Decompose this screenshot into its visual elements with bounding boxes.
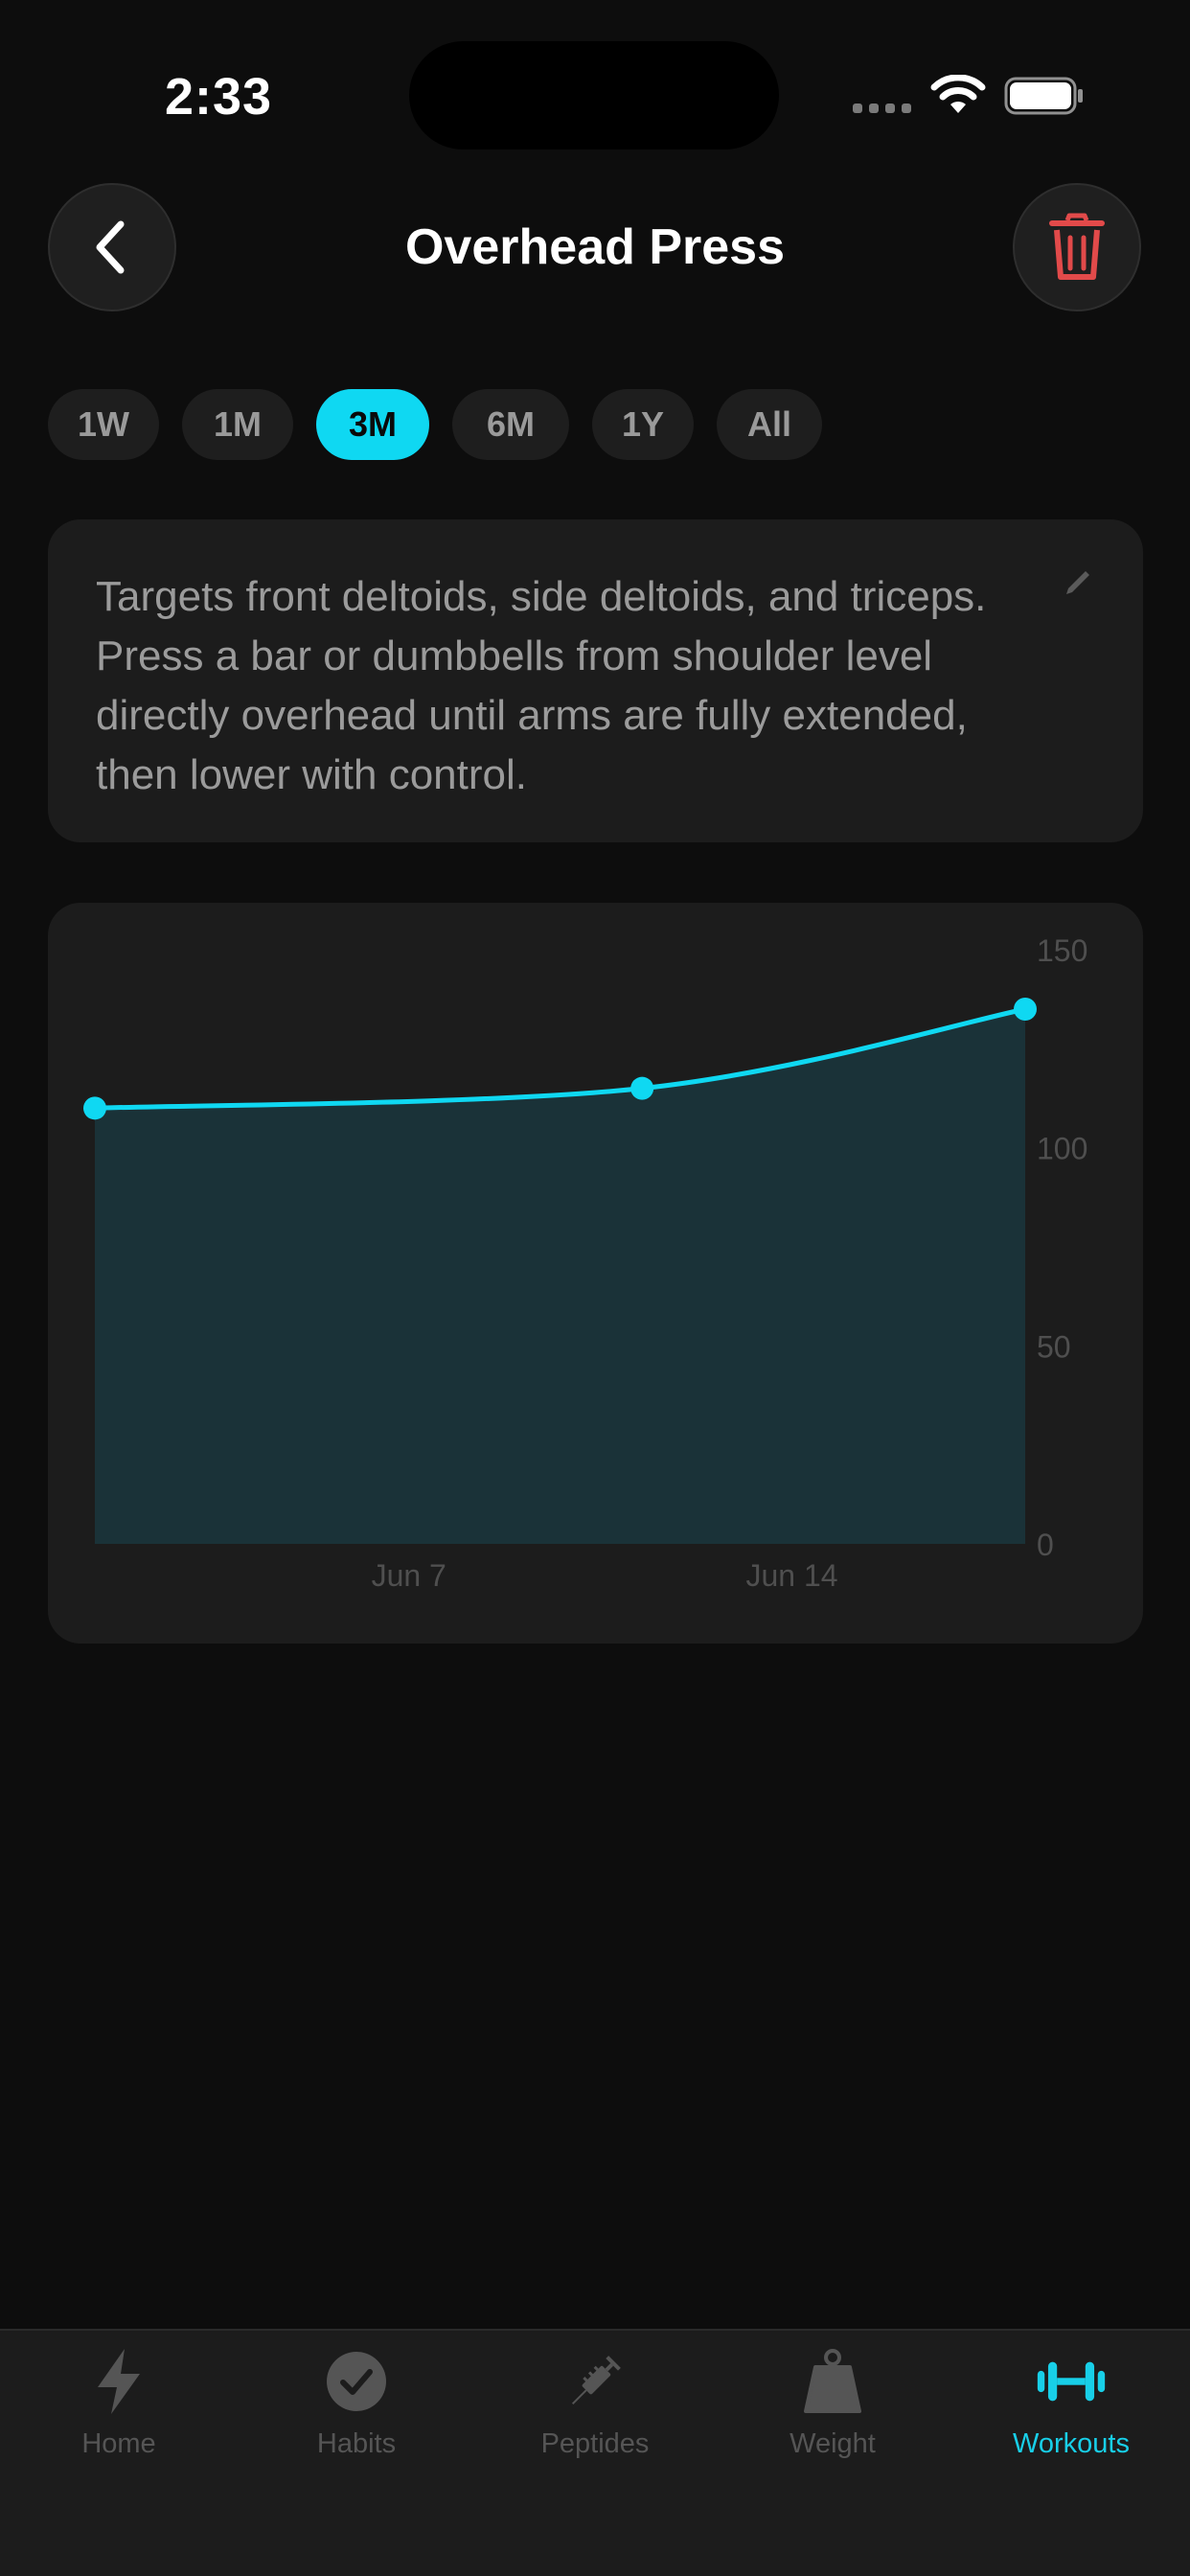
tab-habits[interactable]: Habits xyxy=(238,2346,475,2460)
tab-peptides[interactable]: Peptides xyxy=(476,2346,714,2460)
range-6m[interactable]: 6M xyxy=(452,389,569,460)
range-3m[interactable]: 3M xyxy=(316,389,429,460)
status-bar: 2:33 xyxy=(0,0,1190,172)
progress-chart-card: 0 50 100 150 Jun 7 Jun 14 xyxy=(48,903,1143,1644)
exercise-description: Targets front deltoids, side deltoids, a… xyxy=(96,573,987,798)
dynamic-island xyxy=(409,41,779,150)
tab-home[interactable]: Home xyxy=(0,2346,238,2460)
tab-label: Habits xyxy=(316,2428,397,2459)
kettlebell-weight-icon xyxy=(797,2346,868,2417)
y-tick-label: 150 xyxy=(1037,933,1087,968)
y-tick-label: 100 xyxy=(1037,1132,1087,1166)
cellular-signal-icon xyxy=(853,104,911,113)
x-tick-label: Jun 14 xyxy=(745,1558,837,1593)
check-circle-icon xyxy=(321,2346,392,2417)
delete-button[interactable] xyxy=(1013,183,1141,311)
y-tick-label: 0 xyxy=(1037,1528,1054,1562)
range-all[interactable]: All xyxy=(717,389,822,460)
wifi-icon xyxy=(930,75,986,113)
chart-area-fill xyxy=(95,1009,1025,1544)
range-1y[interactable]: 1Y xyxy=(592,389,694,460)
trash-icon xyxy=(1049,213,1105,280)
tab-label: Peptides xyxy=(540,2428,650,2459)
tab-workouts[interactable]: Workouts xyxy=(952,2346,1190,2460)
bolt-icon xyxy=(83,2346,154,2417)
x-tick-label: Jun 7 xyxy=(372,1558,446,1593)
dumbbell-icon xyxy=(1036,2346,1107,2417)
range-selector: 1W 1M 3M 6M 1Y All xyxy=(48,389,845,460)
y-tick-label: 50 xyxy=(1037,1329,1071,1364)
chart-data-point[interactable] xyxy=(630,1076,654,1100)
tab-weight[interactable]: Weight xyxy=(714,2346,951,2460)
range-1m[interactable]: 1M xyxy=(182,389,293,460)
page-title: Overhead Press xyxy=(404,219,786,275)
syringe-icon xyxy=(560,2346,630,2417)
tab-label: Workouts xyxy=(1013,2428,1130,2459)
chart-data-point[interactable] xyxy=(83,1096,106,1120)
battery-icon xyxy=(1004,77,1083,115)
chart-data-point[interactable] xyxy=(1014,998,1037,1021)
tab-bar: Home Habits Peptides Weight Workouts xyxy=(0,2329,1190,2576)
description-card[interactable]: Targets front deltoids, side deltoids, a… xyxy=(48,519,1143,842)
status-time: 2:33 xyxy=(165,68,273,126)
pencil-icon[interactable] xyxy=(1059,564,1097,602)
tab-label: Weight xyxy=(790,2428,876,2459)
range-1w[interactable]: 1W xyxy=(48,389,159,460)
progress-chart: 0 50 100 150 Jun 7 Jun 14 xyxy=(83,933,1087,1593)
tab-label: Home xyxy=(81,2428,156,2459)
